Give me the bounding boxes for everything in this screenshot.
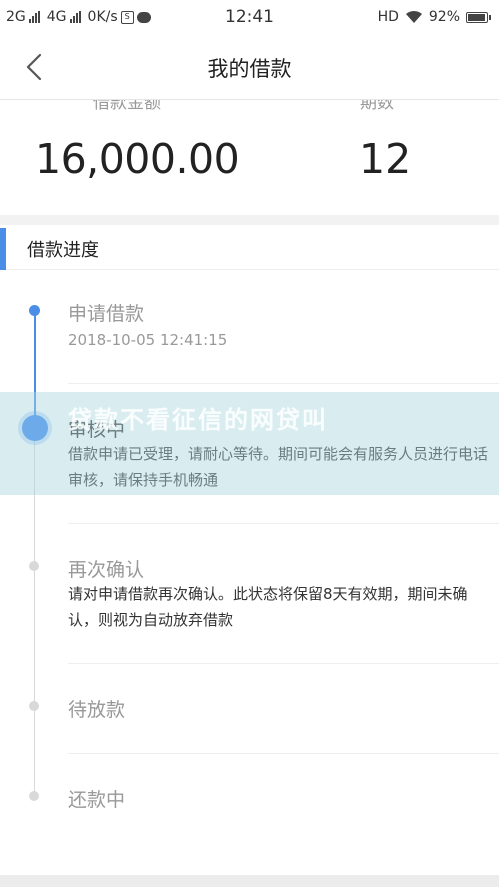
- step-pending-dot: [29, 701, 39, 711]
- section-header: 借款进度: [0, 225, 499, 270]
- divider: [68, 383, 499, 384]
- step-desc: 请对申请借款再次确认。此状态将保留8天有效期，期间未确认，则视为自动放弃借款: [68, 585, 468, 629]
- status-right: HD 92%: [378, 9, 491, 25]
- wifi-icon: [405, 10, 422, 23]
- step-pending-dot: [29, 791, 39, 801]
- loan-summary-card: 借款金额 期数 16,000.00 12: [0, 100, 499, 215]
- step-pending-dot: [29, 561, 39, 571]
- watermark-banner: 贷款不看征信的网贷叫: [0, 392, 499, 495]
- section-title: 借款进度: [27, 240, 99, 261]
- divider: [68, 753, 499, 754]
- divider: [68, 663, 499, 664]
- step-time: 2018-10-05 12:41:15: [68, 331, 228, 349]
- step-title: 再次确认: [68, 559, 145, 581]
- loan-progress-section: 借款进度 申请借款 2018-10-05 12:41:15 审核中 借款申请已受…: [0, 225, 499, 875]
- step-title: 还款中: [68, 789, 126, 811]
- hd-label: HD: [377, 9, 399, 25]
- section-accent-bar: [0, 228, 6, 270]
- divider: [68, 523, 499, 524]
- amount-label: 借款金额: [93, 100, 161, 113]
- step-title: 申请借款: [68, 303, 145, 325]
- step-title: 待放款: [68, 699, 126, 721]
- nav-bar: 我的借款: [0, 34, 499, 100]
- bottom-strip: [0, 875, 499, 887]
- battery-percent: 92%: [428, 9, 460, 25]
- loan-periods: 12: [359, 135, 412, 183]
- status-bar: 2G 4G 0K/s S 12:41 HD 92%: [0, 0, 499, 34]
- watermark-text: 贷款不看征信的网贷叫: [68, 406, 328, 434]
- battery-icon: [466, 11, 491, 23]
- loan-amount: 16,000.00: [35, 135, 240, 183]
- periods-label: 期数: [360, 100, 394, 113]
- page-title: 我的借款: [207, 57, 292, 81]
- step-done-dot: [29, 305, 40, 316]
